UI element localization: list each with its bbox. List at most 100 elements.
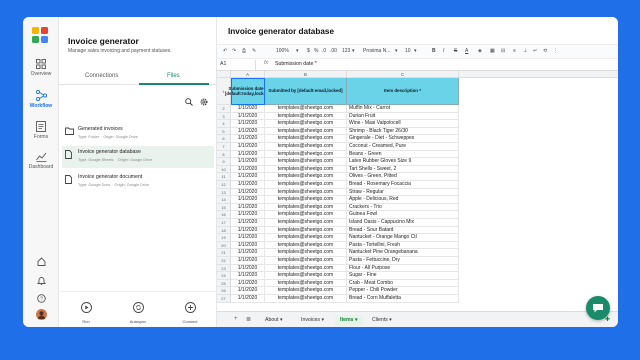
rail-item-forms[interactable]: Forms — [23, 121, 59, 140]
table-cell[interactable]: 1/1/2020 — [231, 173, 265, 181]
percent-button[interactable]: % — [314, 48, 318, 54]
row-number[interactable]: 24 — [217, 272, 231, 280]
avatar[interactable] — [23, 307, 59, 325]
table-cell[interactable]: Nantucket - Orange Mango Ctl — [347, 234, 459, 242]
autosync-button[interactable]: Autosync — [123, 300, 153, 324]
row-number[interactable]: 23 — [217, 264, 231, 273]
help-button[interactable]: ? — [23, 290, 59, 308]
more-icon[interactable]: ⋮ — [553, 48, 558, 54]
table-cell[interactable]: 1/1/2020 — [231, 143, 265, 151]
undo-icon[interactable]: ↶ — [223, 48, 227, 54]
row-number[interactable]: 10 — [217, 165, 231, 174]
row-number[interactable]: 21 — [217, 249, 231, 257]
add-sheet-icon[interactable]: + — [234, 316, 238, 322]
row-number[interactable]: 17 — [217, 219, 231, 227]
column-header-empty[interactable] — [459, 71, 618, 78]
redo-icon[interactable]: ↷ — [232, 48, 236, 54]
sheet-tab-invoices[interactable]: Invoices ▾ — [296, 315, 329, 326]
table-cell[interactable]: 1/1/2020 — [231, 150, 265, 159]
table-cell[interactable]: Shrimp - Black Tiger 26/30 — [347, 127, 459, 136]
merge-icon[interactable]: ⊟ — [501, 48, 505, 54]
table-cell[interactable]: 1/1/2020 — [231, 196, 265, 204]
rotate-icon[interactable]: ⟲ — [543, 48, 547, 54]
zoom-select[interactable]: 100% — [276, 48, 289, 54]
table-cell[interactable]: Pepper - Chili Powder — [347, 287, 459, 295]
row-number[interactable]: 18 — [217, 226, 231, 235]
table-cell[interactable]: Beans - Green — [347, 150, 459, 159]
row-number[interactable]: 26 — [217, 287, 231, 295]
table-cell[interactable]: templates@sheetgo.com — [265, 135, 347, 143]
table-cell[interactable]: Bread - Rosemary Focaccia — [347, 181, 459, 189]
paint-format-icon[interactable]: ✎ — [252, 48, 256, 54]
table-cell[interactable]: 1/1/2020 — [231, 120, 265, 128]
table-cell[interactable]: Durian Fruit — [347, 112, 459, 121]
table-cell[interactable]: templates@sheetgo.com — [265, 264, 347, 273]
home-button[interactable] — [23, 253, 59, 271]
table-cell[interactable]: Sugar - Fine — [347, 272, 459, 280]
row-number[interactable]: 14 — [217, 196, 231, 204]
strikethrough-button[interactable]: S — [454, 48, 457, 54]
file-item[interactable]: Invoice generator document Type: Google … — [62, 171, 214, 193]
wrap-icon[interactable]: ↵ — [533, 48, 537, 54]
table-cell[interactable]: Crab - Meat Combo — [347, 279, 459, 288]
sheet-tab-items[interactable]: Items ▾ — [335, 315, 363, 326]
table-cell[interactable]: Bread - Sour Batard — [347, 226, 459, 235]
table-cell[interactable]: templates@sheetgo.com — [265, 105, 347, 113]
column-header-b[interactable]: B — [265, 71, 347, 78]
print-icon[interactable]: ⎙ — [242, 48, 246, 54]
table-cell[interactable]: Bread - Corn Muffaletta — [347, 295, 459, 303]
row-number[interactable]: 20 — [217, 241, 231, 250]
increase-decimal-button[interactable]: .00 — [330, 48, 337, 54]
table-cell[interactable]: Crackers - Trio — [347, 203, 459, 212]
notifications-button[interactable] — [23, 272, 59, 290]
row-number[interactable]: 11 — [217, 173, 231, 181]
table-cell[interactable]: 1/1/2020 — [231, 295, 265, 303]
table-cell[interactable]: templates@sheetgo.com — [265, 181, 347, 189]
table-cell[interactable]: Gingerale - Diet - Schweppes — [347, 135, 459, 143]
header-cell-submitted-by[interactable]: Submitted by [default:email,locked] — [265, 78, 347, 105]
table-cell[interactable]: templates@sheetgo.com — [265, 127, 347, 136]
table-cell[interactable]: 1/1/2020 — [231, 257, 265, 265]
table-cell[interactable]: 1/1/2020 — [231, 249, 265, 257]
table-cell[interactable]: templates@sheetgo.com — [265, 241, 347, 250]
row-number[interactable]: 5 — [217, 127, 231, 136]
table-cell[interactable]: 1/1/2020 — [231, 211, 265, 219]
sheet-grid[interactable]: A B C 1 Submission date * [default:today… — [217, 71, 618, 311]
sheet-tab-clients[interactable]: Clients ▾ — [367, 315, 397, 326]
table-cell[interactable]: 1/1/2020 — [231, 181, 265, 189]
table-cell[interactable]: 1/1/2020 — [231, 241, 265, 250]
table-cell[interactable]: Flour - All Purpose — [347, 264, 459, 273]
rail-item-dashboard[interactable]: Dashboard — [23, 152, 59, 170]
italic-button[interactable]: I — [443, 48, 444, 54]
table-cell[interactable]: Latex Rubber Gloves Size 9 — [347, 158, 459, 166]
table-cell[interactable]: templates@sheetgo.com — [265, 173, 347, 181]
table-cell[interactable]: Tart Shells - Sweet, 2 — [347, 165, 459, 174]
all-sheets-icon[interactable]: ≣ — [246, 316, 251, 323]
table-cell[interactable]: Guinea Fowl — [347, 211, 459, 219]
table-cell[interactable]: templates@sheetgo.com — [265, 143, 347, 151]
table-cell[interactable]: templates@sheetgo.com — [265, 112, 347, 121]
table-cell[interactable]: 1/1/2020 — [231, 219, 265, 227]
formula-input[interactable]: Submission date * — [275, 61, 317, 67]
table-cell[interactable]: 1/1/2020 — [231, 127, 265, 136]
table-cell[interactable]: 1/1/2020 — [231, 234, 265, 242]
table-cell[interactable]: Apple - Delicious, Red — [347, 196, 459, 204]
table-cell[interactable]: 1/1/2020 — [231, 287, 265, 295]
table-cell[interactable]: templates@sheetgo.com — [265, 295, 347, 303]
table-cell[interactable]: templates@sheetgo.com — [265, 226, 347, 235]
row-number[interactable]: 3 — [217, 112, 231, 121]
table-cell[interactable]: templates@sheetgo.com — [265, 158, 347, 166]
file-item[interactable]: Invoice generator database Type: Google … — [62, 146, 214, 168]
file-item[interactable]: Generated invoices Type: Folder Origin: … — [62, 123, 214, 145]
valign-icon[interactable]: ⊥ — [523, 48, 527, 54]
table-cell[interactable]: 1/1/2020 — [231, 135, 265, 143]
table-cell[interactable]: 1/1/2020 — [231, 165, 265, 174]
table-cell[interactable]: 1/1/2020 — [231, 158, 265, 166]
bold-button[interactable]: B — [432, 48, 436, 54]
rail-item-workflow[interactable]: Workflow — [23, 90, 59, 109]
run-button[interactable]: Run — [71, 300, 101, 324]
column-header-c[interactable]: C — [347, 71, 459, 78]
table-cell[interactable]: 1/1/2020 — [231, 105, 265, 113]
table-cell[interactable]: Island Oasis - Cappucino Mix — [347, 219, 459, 227]
table-cell[interactable]: Olives - Green, Pitted — [347, 173, 459, 181]
